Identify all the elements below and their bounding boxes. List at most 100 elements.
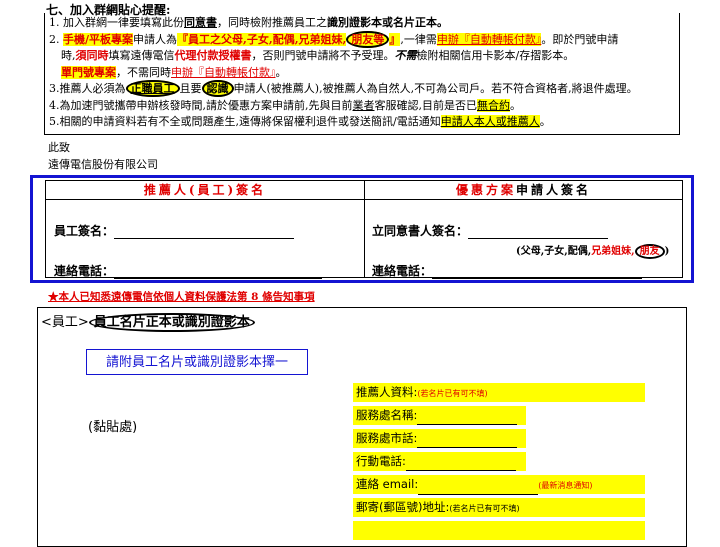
applicant-signature-label: 立同意書人簽名：: [372, 224, 469, 238]
email-field[interactable]: 連絡 email: (最新消息通知): [353, 475, 645, 495]
referrer-info-title: 推薦人資料:(若名片已有可不填): [353, 383, 645, 402]
employee-phone-field[interactable]: 連絡電話：: [54, 262, 323, 279]
notice-text: 識別證影本或名片正本。: [327, 16, 448, 29]
notice-text: 4.為加速門號攜帶申辦核發時間,請於優惠方案申請前,先與目前: [49, 98, 353, 112]
notice-line-7: 5.相關的申請資料若有不全或問題產生,遠傳將保留權利退件或發送簡訊/電話通知申請…: [49, 114, 679, 131]
notice-text: 時,: [61, 49, 76, 62]
attachment-title: <員工> 員工名片正本或識別證影本: [41, 311, 255, 332]
notice-text: ，否則門號申請將不予受理。: [251, 49, 395, 62]
notice-text: 』: [389, 32, 401, 46]
signature-section: 推薦人(員工)簽名 優惠方案申請人簽名 員工簽名： 連絡電話： 立同意書人簽名：…: [30, 175, 694, 283]
notice-text: 申請人為: [133, 32, 178, 46]
employee-phone-label: 連絡電話：: [54, 264, 115, 278]
notice-text: 申請人本人或推薦人: [440, 115, 540, 128]
notice-text: 檢附相關信用卡影本/存摺影本。: [416, 49, 575, 62]
mobile-line[interactable]: [405, 457, 516, 471]
notice-line-4: 單門號專案，不需同時申辦『自動轉帳付款』。: [49, 65, 679, 82]
notice-text: 『員工之父母,子女,配偶,兄弟姐妹,: [177, 32, 347, 46]
applicant-header-plan: 優惠方案: [455, 183, 516, 197]
notice-text: 朋友等: [346, 30, 390, 48]
notice-text: 且要: [179, 82, 202, 95]
column-divider: [364, 181, 365, 277]
notice-text: 填寫遠傳電信: [108, 49, 175, 62]
attachment-prefix: <員工>: [41, 315, 89, 330]
relationship-text: (父母,子女,配偶,: [516, 246, 592, 257]
notice-text: 業者: [352, 98, 375, 112]
attachment-area: <員工> 員工名片正本或識別證影本 請附員工名片或識別證影本擇一 (黏貼處) 推薦…: [37, 307, 687, 547]
service-phone-line[interactable]: [417, 434, 518, 448]
applicant-phone-label: 連絡電話：: [372, 264, 433, 278]
address-label: 郵寄(郵區號)地址:: [356, 500, 450, 514]
notice-text: 認識: [201, 80, 234, 97]
notice-text: 正職員工: [125, 80, 180, 97]
referrer-info-form: 推薦人資料:(若名片已有可不填) 服務處名稱: 服務處市話: 行動電話: 連絡 …: [353, 383, 645, 544]
relationship-note: (父母,子女,配偶,兄弟姐妹, 朋友): [516, 242, 670, 259]
service-phone-field[interactable]: 服務處市話:: [353, 429, 526, 448]
email-note: (最新消息通知): [538, 481, 593, 490]
email-label: 連絡 email:: [356, 477, 419, 491]
employee-signature-line[interactable]: [114, 225, 295, 239]
service-name-label: 服務處名稱:: [356, 408, 418, 422]
address-note: (若名片已有可不填): [449, 504, 520, 513]
notice-text: 單門號專案: [61, 65, 116, 79]
signature-table: 推薦人(員工)簽名 優惠方案申請人簽名 員工簽名： 連絡電話： 立同意書人簽名：…: [45, 180, 683, 279]
applicant-phone-line[interactable]: [432, 265, 643, 279]
notice-text: 申辦『自動轉帳付款』: [436, 32, 542, 46]
address-field[interactable]: 郵寄(郵區號)地址:(若名片已有可不填): [353, 498, 645, 517]
notice-line-1: 1. 加入群網一律要填寫此份同意書，同時檢附推薦員工之識別證影本或名片正本。: [49, 15, 679, 32]
attachment-title-text: 員工名片正本或識別證影本: [88, 313, 255, 332]
referrer-info-note: (若名片已有可不填): [417, 389, 488, 398]
notice-box: 1. 加入群網一律要填寫此份同意書，同時檢附推薦員工之識別證影本或名片正本。 2…: [44, 13, 680, 135]
service-phone-label: 服務處市話:: [356, 431, 418, 445]
attach-instruction-box: 請附員工名片或識別證影本擇一: [86, 349, 308, 375]
mobile-label: 行動電話:: [356, 454, 406, 468]
email-line[interactable]: [418, 481, 539, 495]
closing: 此致 遠傳電信股份有限公司: [48, 139, 158, 173]
notice-text: 2.: [49, 32, 63, 46]
notice-text: 申辦『自動轉帳付款』: [171, 65, 276, 79]
notice-text: 。: [275, 65, 287, 79]
relationship-text: ): [664, 246, 670, 257]
notice-text: 。: [510, 98, 521, 112]
notice-text: 客服確認,目前是否已: [374, 98, 478, 112]
privacy-notice: ★本人已知悉遠傳電信依個人資料保護法第 8 條告知事項: [48, 291, 315, 303]
notice-text: 3.推薦人必須為: [49, 82, 126, 95]
notice-text: 5.相關的申請資料若有不全或問題產生,遠傳將保留權利退件或發送簡訊/電話通知: [49, 115, 441, 128]
company-name: 遠傳電信股份有限公司: [48, 158, 158, 171]
employee-phone-line[interactable]: [114, 265, 323, 279]
paste-area-label: (黏貼處): [88, 420, 138, 435]
referrer-info-label: 推薦人資料:: [356, 385, 418, 399]
relationship-text: 朋友: [634, 244, 665, 259]
closing-salutation: 此致: [48, 141, 70, 154]
notice-line-2: 2. 手機/平板專案申請人為『員工之父母,子女,配偶,兄弟姐妹, 朋友等 』,一律需…: [49, 30, 679, 49]
notice-text: ，不需同時: [116, 65, 171, 79]
notice-text: 無合約: [477, 98, 510, 112]
relationship-text: 兄弟姐妹,: [591, 246, 635, 257]
notice-text: 申請人(被推薦人),被推薦人為自然人,不可為公司戶。若不符合資格者,將退件處理。: [233, 82, 638, 95]
notice-text: 同意書: [184, 16, 217, 29]
applicant-signature-line[interactable]: [468, 225, 609, 239]
notice-text: 代理付款授權書: [174, 49, 252, 62]
notice-text: 。即於門號申請: [541, 32, 619, 46]
applicant-phone-field[interactable]: 連絡電話：: [372, 262, 643, 279]
notice-text: ,一律需: [400, 32, 437, 46]
notice-text: 。: [539, 115, 551, 128]
applicant-header: 優惠方案申請人簽名: [365, 181, 682, 200]
service-name-field[interactable]: 服務處名稱:: [353, 406, 526, 425]
notice-line-3: 時,須同時填寫遠傳電信代理付款授權書，否則門號申請將不予受理。不需檢附相關信用卡…: [49, 48, 679, 65]
notice-text: 須同時: [75, 49, 109, 62]
notice-text: 手機/平板專案: [63, 32, 134, 46]
referrer-header: 推薦人(員工)簽名: [46, 181, 364, 200]
notice-text: ，同時檢附推薦員工之: [217, 16, 327, 29]
address-line-2[interactable]: [353, 521, 645, 540]
applicant-signature-field[interactable]: 立同意書人簽名：: [372, 222, 609, 239]
notice-text: 不需: [394, 49, 417, 62]
employee-signature-label: 員工簽名：: [54, 224, 115, 238]
notice-text: 1. 加入群網一律要填寫此份: [49, 16, 184, 29]
mobile-field[interactable]: 行動電話:: [353, 452, 526, 471]
employee-signature-field[interactable]: 員工簽名：: [54, 222, 295, 239]
notice-line-5: 3.推薦人必須為 正職員工 且要 認識 申請人(被推薦人),被推薦人為自然人,不可為公司…: [49, 80, 679, 98]
notice-line-6: 4.為加速門號攜帶申辦核發時間,請於優惠方案申請前,先與目前業者客服確認,目前是…: [49, 98, 679, 115]
service-name-line[interactable]: [417, 411, 518, 425]
applicant-header-sign: 申請人簽名: [516, 183, 592, 197]
